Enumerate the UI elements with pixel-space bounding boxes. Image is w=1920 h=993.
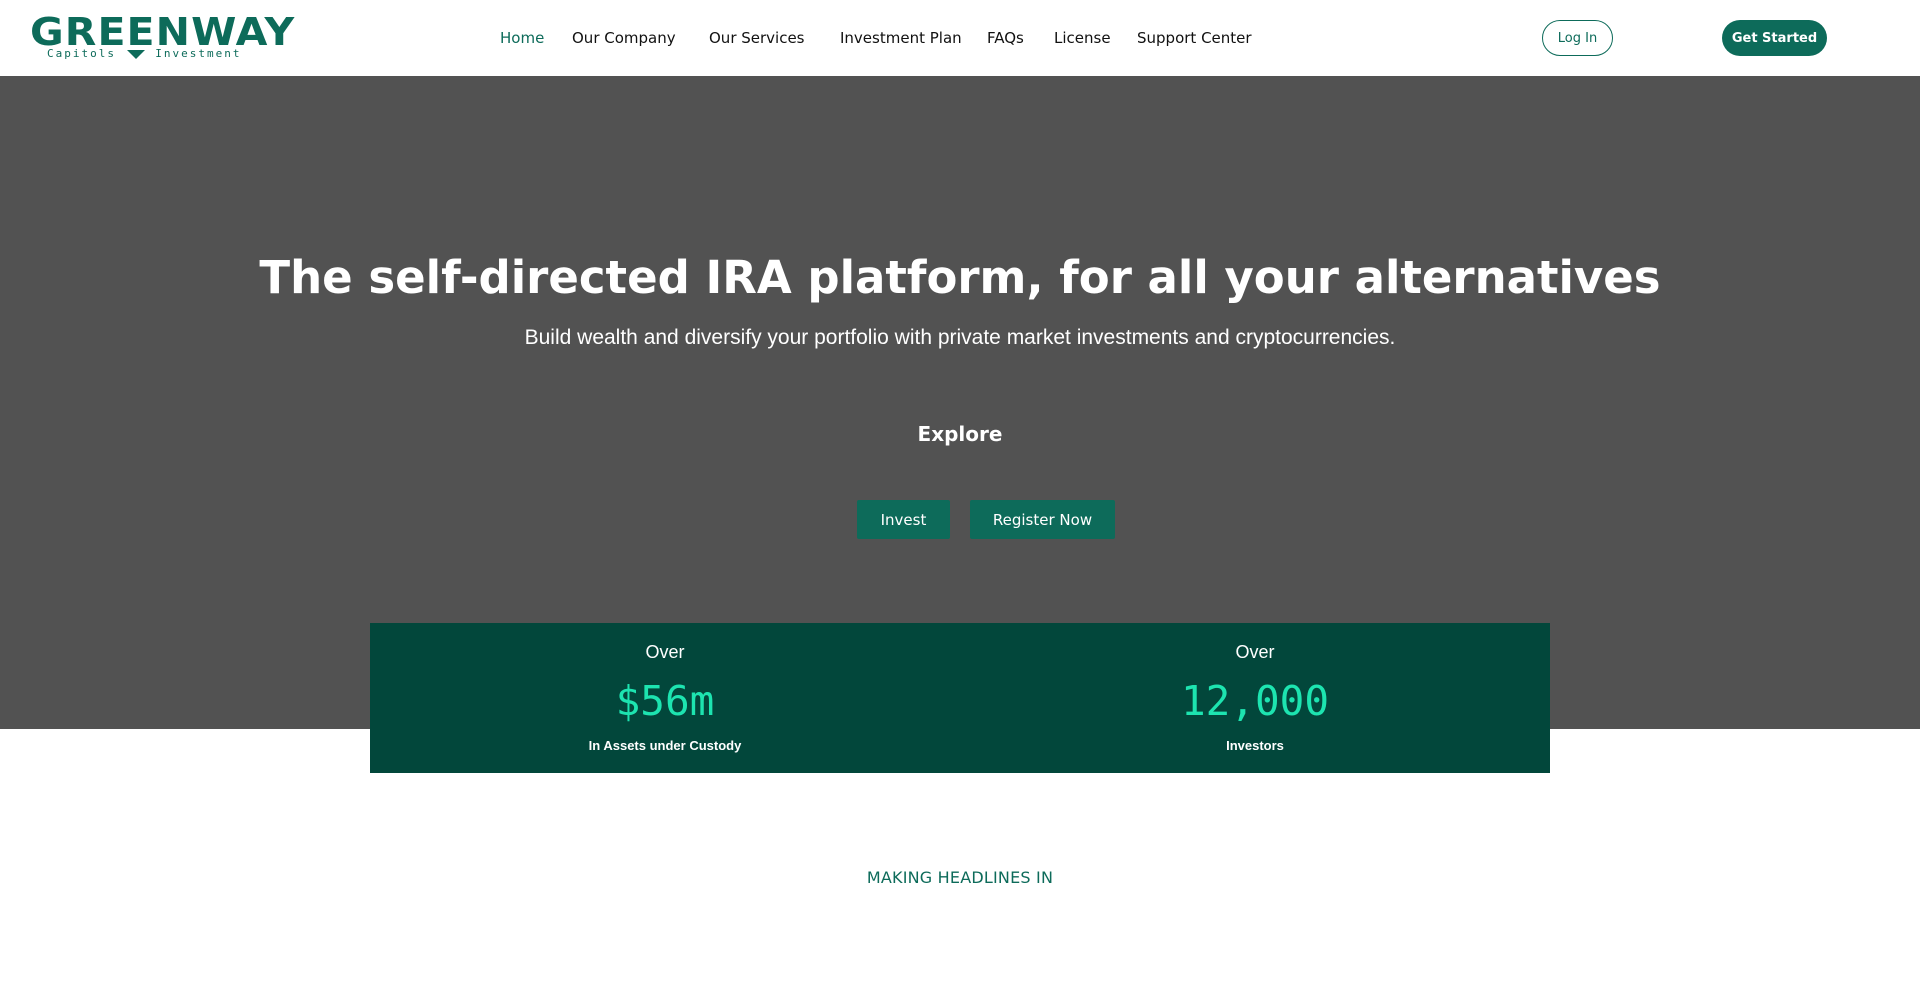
- register-now-button[interactable]: Register Now: [970, 500, 1115, 539]
- making-headlines-heading: MAKING HEADLINES IN: [866, 868, 1054, 887]
- stat-prefix: Over: [1235, 642, 1275, 662]
- invest-button[interactable]: Invest: [857, 500, 950, 539]
- site-header: GREENWAY Capitols Investment Home Our Co…: [0, 0, 1920, 76]
- hero-subtitle: Build wealth and diversify your portfoli…: [524, 326, 1396, 349]
- nav-item-support-center[interactable]: Support Center: [1137, 29, 1252, 47]
- stat-prefix: Over: [645, 642, 685, 662]
- logo-tagline-right: Investment: [155, 47, 242, 60]
- nav-item-home[interactable]: Home: [500, 29, 544, 47]
- get-started-button[interactable]: Get Started: [1722, 20, 1827, 56]
- nav-item-investment-plan[interactable]: Investment Plan: [840, 29, 962, 47]
- nav-item-our-company[interactable]: Our Company: [572, 29, 676, 47]
- explore-heading: Explore: [917, 422, 1003, 446]
- logo-wordmark: GREENWAY: [30, 10, 296, 54]
- login-button[interactable]: Log In: [1542, 20, 1613, 56]
- stat-label: In Assets under Custody: [588, 738, 742, 753]
- logo-tagline: Capitols Investment: [47, 47, 241, 60]
- stat-investors: Over 12,000 Investors: [960, 623, 1550, 773]
- stat-value: $56m: [615, 677, 715, 725]
- nav-item-our-services[interactable]: Our Services: [709, 29, 805, 47]
- hero-title: The self-directed IRA platform, for all …: [259, 251, 1661, 304]
- stat-value: 12,000: [1180, 677, 1330, 725]
- nav-item-faqs[interactable]: FAQs: [987, 29, 1024, 47]
- stat-label: Investors: [1226, 738, 1284, 753]
- logo-tagline-left: Capitols: [47, 47, 116, 60]
- nav-item-license[interactable]: License: [1054, 29, 1111, 47]
- stats-panel: Over $56m In Assets under Custody Over 1…: [370, 623, 1550, 773]
- logo-mark-icon: [126, 49, 145, 59]
- greenway-logo[interactable]: GREENWAY Capitols Investment: [30, 12, 294, 62]
- stat-assets: Over $56m In Assets under Custody: [370, 623, 960, 773]
